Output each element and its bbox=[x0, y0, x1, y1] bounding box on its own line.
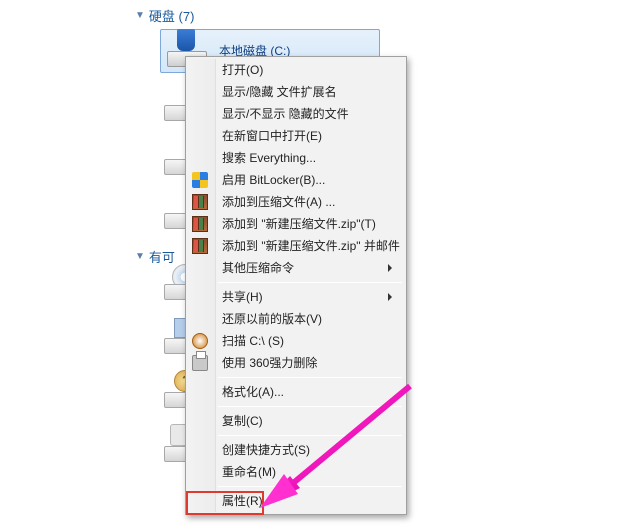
menu-rename[interactable]: 重命名(M) bbox=[216, 461, 404, 483]
section-drives-label: 硬盘 (7) bbox=[149, 6, 195, 25]
menu-other-compress[interactable]: 其他压缩命令 bbox=[216, 257, 404, 279]
menu-force-delete[interactable]: 使用 360强力删除 bbox=[216, 352, 404, 374]
section-removable-label: 有可 bbox=[149, 247, 175, 266]
menu-create-shortcut[interactable]: 创建快捷方式(S) bbox=[216, 439, 404, 461]
menu-open-new-window[interactable]: 在新窗口中打开(E) bbox=[216, 125, 404, 147]
menu-open[interactable]: 打开(O) bbox=[216, 59, 404, 81]
menu-properties[interactable]: 属性(R) bbox=[216, 490, 404, 512]
menu-share[interactable]: 共享(H) bbox=[216, 286, 404, 308]
menu-separator bbox=[218, 486, 402, 487]
menu-search-everything[interactable]: 搜索 Everything... bbox=[216, 147, 404, 169]
scan-icon bbox=[192, 333, 208, 349]
archive-icon bbox=[192, 194, 208, 210]
menu-bitlocker[interactable]: 启用 BitLocker(B)... bbox=[216, 169, 404, 191]
menu-separator bbox=[218, 282, 402, 283]
section-drives-header[interactable]: ▼ 硬盘 (7) bbox=[135, 6, 624, 25]
menu-show-hide-ext[interactable]: 显示/隐藏 文件扩展名 bbox=[216, 81, 404, 103]
menu-show-hide-hidden[interactable]: 显示/不显示 隐藏的文件 bbox=[216, 103, 404, 125]
menu-restore-versions[interactable]: 还原以前的版本(V) bbox=[216, 308, 404, 330]
collapse-triangle-icon: ▼ bbox=[135, 10, 145, 21]
menu-separator bbox=[218, 406, 402, 407]
menu-add-archive[interactable]: 添加到压缩文件(A) ... bbox=[216, 191, 404, 213]
menu-format[interactable]: 格式化(A)... bbox=[216, 381, 404, 403]
shield-icon bbox=[192, 172, 208, 188]
archive-icon bbox=[192, 216, 208, 232]
delete-icon bbox=[192, 355, 208, 371]
menu-separator bbox=[218, 435, 402, 436]
menu-copy[interactable]: 复制(C) bbox=[216, 410, 404, 432]
menu-add-zip-mail[interactable]: 添加到 "新建压缩文件.zip" 并邮件 bbox=[216, 235, 404, 257]
collapse-triangle-icon: ▼ bbox=[135, 251, 145, 262]
archive-icon bbox=[192, 238, 208, 254]
context-menu: 打开(O) 显示/隐藏 文件扩展名 显示/不显示 隐藏的文件 在新窗口中打开(E… bbox=[185, 56, 407, 515]
menu-scan[interactable]: 扫描 C:\ (S) bbox=[216, 330, 404, 352]
menu-add-zip[interactable]: 添加到 "新建压缩文件.zip"(T) bbox=[216, 213, 404, 235]
menu-separator bbox=[218, 377, 402, 378]
